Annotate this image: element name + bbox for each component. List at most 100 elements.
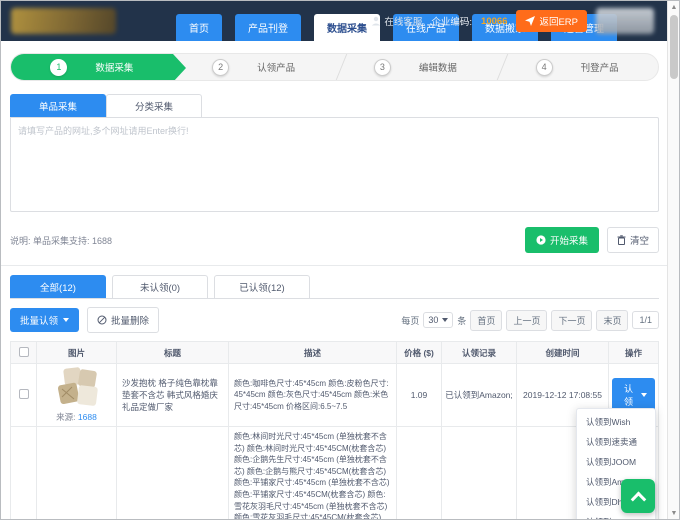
step-label: 认领产品 xyxy=(257,60,295,74)
top-navbar: 首页 产品刊登 数据采集 在线产品 数据搬家 运营管理 在线客服 企业编码: 1… xyxy=(1,1,668,41)
app-window: 首页 产品刊登 数据采集 在线产品 数据搬家 运营管理 在线客服 企业编码: 1… xyxy=(0,0,680,520)
nav-tab-product-listing[interactable]: 产品刊登 xyxy=(235,14,301,41)
toolbar-left: 批量认领 批量删除 xyxy=(10,307,159,333)
step-label: 编辑数据 xyxy=(419,60,457,74)
per-page-label: 每页 xyxy=(401,314,419,327)
page-last-button[interactable]: 末页 xyxy=(596,310,628,331)
header-checkbox-cell xyxy=(11,342,37,364)
scroll-down-arrow-icon[interactable]: ▼ xyxy=(668,507,680,519)
tab-unclaimed[interactable]: 未认领(0) xyxy=(112,275,208,298)
claim-record: 已认领到Amazon; xyxy=(445,390,513,400)
start-collect-label: 开始采集 xyxy=(550,233,588,247)
page-next-button[interactable]: 下一页 xyxy=(551,310,592,331)
pagination: 每页 30 条 首页 上一页 下一页 末页 1/1 xyxy=(401,310,659,331)
step-separator xyxy=(335,54,347,80)
product-title: 沙发抱枕 格子纯色靠枕靠垫套不含芯 韩式风格婚庆礼品定做厂家 xyxy=(122,378,218,412)
collect-buttons: 开始采集 清空 xyxy=(525,227,659,253)
step-claim-products[interactable]: 2 认领产品 xyxy=(173,54,335,80)
source-link[interactable]: 1688 xyxy=(78,412,97,422)
step-separator xyxy=(497,54,509,80)
play-icon xyxy=(536,235,546,245)
step-number: 1 xyxy=(50,59,67,76)
per-page-select[interactable]: 30 xyxy=(423,312,453,328)
tab-claimed[interactable]: 已认领(12) xyxy=(214,275,310,298)
step-edit-data[interactable]: 3 编辑数据 xyxy=(335,54,497,80)
step-data-collection[interactable]: 1 数据采集 xyxy=(11,54,173,80)
tab-single-item-collect[interactable]: 单品采集 xyxy=(10,94,106,117)
page-prev-button[interactable]: 上一页 xyxy=(506,310,547,331)
start-collect-button[interactable]: 开始采集 xyxy=(525,227,599,253)
result-tabs: 全部(12) 未认领(0) 已认领(12) xyxy=(10,275,659,299)
collect-note: 说明: 单品采集支持: 1688 xyxy=(10,234,112,247)
back-to-top-button[interactable] xyxy=(621,479,655,513)
list-toolbar: 批量认领 批量删除 每页 30 条 首页 上一页 下一页 末页 xyxy=(10,307,659,333)
product-image[interactable] xyxy=(54,367,100,407)
header-price: 价格 ($) xyxy=(397,342,442,364)
paper-plane-icon xyxy=(525,16,535,26)
chevron-up-icon xyxy=(630,491,646,507)
person-icon xyxy=(371,16,381,26)
trash-icon xyxy=(617,235,626,245)
scrollbar-thumb[interactable] xyxy=(670,15,678,79)
source-label: 来源: xyxy=(56,412,75,422)
product-url-input[interactable] xyxy=(10,117,659,212)
step-number: 4 xyxy=(536,59,553,76)
app-logo xyxy=(11,8,116,34)
table-row: 来源: 1688 沙发抱枕 格子纯色靠枕靠垫套不含芯 韩式风格婚庆礼品定做厂家 … xyxy=(11,364,659,427)
header-title: 标题 xyxy=(117,342,229,364)
header-image: 图片 xyxy=(37,342,117,364)
created-time: 2019-12-12 17:08:55 xyxy=(523,390,602,400)
row-checkbox[interactable] xyxy=(19,389,29,399)
header-created: 创建时间 xyxy=(517,342,609,364)
select-all-checkbox[interactable] xyxy=(19,347,29,357)
back-to-erp-button[interactable]: 返回ERP xyxy=(516,10,587,32)
scroll-up-arrow-icon[interactable]: ▲ xyxy=(668,1,680,13)
section-divider xyxy=(1,265,668,266)
company-code-value: 10066 xyxy=(481,16,507,27)
tab-category-collect[interactable]: 分类采集 xyxy=(106,94,202,117)
nav-tab-home[interactable]: 首页 xyxy=(176,14,222,41)
batch-delete-button[interactable]: 批量删除 xyxy=(87,307,159,333)
chevron-down-icon xyxy=(442,318,448,322)
page-first-button[interactable]: 首页 xyxy=(470,310,502,331)
menu-item-claim-joom[interactable]: 认领到JOOM xyxy=(577,452,655,472)
ban-icon xyxy=(97,315,107,325)
menu-item-claim-aliexpress[interactable]: 认领到速卖通 xyxy=(577,432,655,452)
tab-all[interactable]: 全部(12) xyxy=(10,275,106,298)
vertical-scrollbar[interactable]: ▲ ▼ xyxy=(667,1,679,519)
product-price: 1.09 xyxy=(411,390,428,400)
main-content: 1 数据采集 2 认领产品 3 编辑数据 4 刊登产品 单品采集 分类采集 xyxy=(1,41,668,520)
header-desc: 描述 xyxy=(229,342,397,364)
menu-item-claim-ebay[interactable]: 认领到eBay xyxy=(577,512,655,520)
step-number: 2 xyxy=(212,59,229,76)
product-desc: 颜色:林间时光尺寸:45*45cm (单独枕套不含芯) 颜色:林间时光尺寸:45… xyxy=(234,432,390,520)
batch-claim-label: 批量认领 xyxy=(20,313,58,327)
step-label: 数据采集 xyxy=(95,60,133,74)
topbar-right: 在线客服 企业编码: 10066 返回ERP xyxy=(371,1,654,41)
clear-button[interactable]: 清空 xyxy=(607,227,659,253)
online-service[interactable]: 在线客服 xyxy=(371,14,422,28)
clear-label: 清空 xyxy=(630,233,649,247)
wizard-steps: 1 数据采集 2 认领产品 3 编辑数据 4 刊登产品 xyxy=(10,53,659,81)
header-action: 操作 xyxy=(609,342,659,364)
product-desc: 颜色:咖啡色尺寸:45*45cm 颜色:皮粉色尺寸:45*45cm 颜色:灰色尺… xyxy=(234,379,389,411)
company-code-label: 企业编码: xyxy=(431,14,472,28)
step-label: 刊登产品 xyxy=(581,60,619,74)
batch-delete-label: 批量删除 xyxy=(111,313,149,327)
user-account-area[interactable] xyxy=(596,8,654,34)
page-indicator: 1/1 xyxy=(632,311,659,329)
header-claim-record: 认领记录 xyxy=(442,342,517,364)
claim-button[interactable]: 认领 xyxy=(612,378,655,412)
collect-tabs: 单品采集 分类采集 xyxy=(10,94,659,117)
chevron-down-icon xyxy=(641,393,647,397)
online-service-label: 在线客服 xyxy=(384,14,422,28)
batch-claim-button[interactable]: 批量认领 xyxy=(10,308,79,332)
products-table: 图片 标题 描述 价格 ($) 认领记录 创建时间 操作 xyxy=(10,341,659,520)
chevron-down-icon xyxy=(63,318,69,322)
menu-item-claim-wish[interactable]: 认领到Wish xyxy=(577,412,655,432)
step-publish-products[interactable]: 4 刊登产品 xyxy=(496,54,658,80)
per-page-value: 30 xyxy=(428,315,438,325)
nav-tab-data-collection[interactable]: 数据采集 xyxy=(314,14,380,41)
per-page-unit: 条 xyxy=(457,314,466,327)
back-to-erp-label: 返回ERP xyxy=(539,14,578,28)
